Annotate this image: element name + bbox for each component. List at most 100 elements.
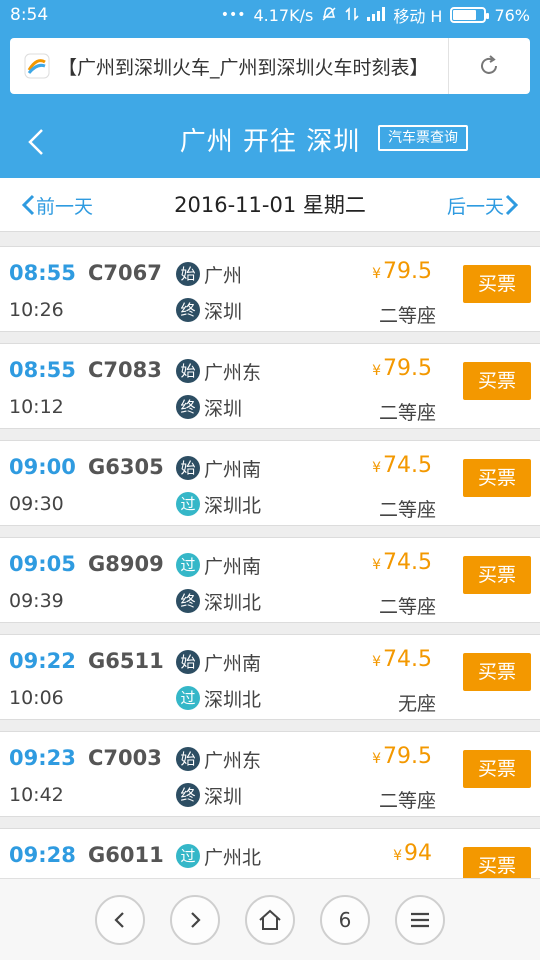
buy-ticket-button[interactable]: 买票 [463, 847, 531, 878]
status-time: 8:54 [10, 5, 49, 25]
pass-badge: 过 [176, 844, 200, 868]
from-station-name: 广州南 [204, 652, 262, 675]
train-row[interactable]: 08:55 10:26 C7067 始广州 终深圳 ¥79.5 二等座 买票 [0, 246, 540, 332]
currency-symbol: ¥ [372, 654, 382, 670]
from-station: 始广州东 [176, 358, 261, 384]
page-header: 广州 开往 深圳 汽车票查询 [0, 106, 540, 178]
to-station: 过深圳北 [176, 491, 261, 517]
to-station: 终深圳 [176, 782, 242, 808]
menu-icon[interactable] [395, 895, 445, 945]
reload-icon[interactable] [449, 38, 529, 94]
from-station: 始广州东 [176, 746, 261, 772]
end-badge: 终 [176, 783, 200, 807]
currency-symbol: ¥ [372, 751, 382, 767]
from-station-name: 广州东 [204, 361, 262, 384]
chevron-right-icon[interactable] [170, 895, 220, 945]
price: ¥94 [393, 841, 432, 866]
train-number: C7083 [88, 358, 162, 382]
to-station-name: 深圳 [204, 397, 243, 420]
price: ¥79.5 [372, 259, 432, 284]
tabs-count-button[interactable]: 6 [320, 895, 370, 945]
buy-ticket-button[interactable]: 买票 [463, 459, 531, 497]
arrival-time: 10:26 [9, 299, 64, 321]
train-number: C7003 [88, 746, 162, 770]
train-row[interactable]: 09:22 10:06 G6511 始广州南 过深圳北 ¥74.5 无座 买票 [0, 634, 540, 720]
pass-badge: 过 [176, 492, 200, 516]
battery-percent: 76% [494, 5, 530, 25]
price-value: 79.5 [383, 356, 432, 381]
currency-symbol: ¥ [393, 848, 402, 864]
start-badge: 始 [176, 456, 200, 480]
battery-level [453, 10, 477, 20]
price: ¥74.5 [372, 647, 432, 672]
buy-ticket-button[interactable]: 买票 [463, 556, 531, 594]
train-number: G6011 [88, 843, 164, 867]
end-badge: 终 [176, 589, 200, 613]
train-row[interactable]: 09:05 09:39 G8909 过广州南 终深圳北 ¥74.5 二等座 买票 [0, 537, 540, 623]
start-badge: 始 [176, 359, 200, 383]
arrival-time: 10:42 [9, 784, 64, 806]
from-station-name: 广州南 [204, 555, 262, 578]
from-station: 始广州南 [176, 649, 261, 675]
seat-type: 二等座 [378, 790, 436, 812]
browser-bottom-bar: 6 [0, 878, 540, 960]
status-bar: 8:54 ••• 4.17K/s 移动 H 76% [0, 0, 540, 30]
browser-toolbar: 【广州到深圳火车_广州到深圳火车时刻表】 [0, 30, 540, 106]
bus-ticket-link[interactable]: 汽车票查询 [378, 125, 468, 151]
to-station-name: 深圳北 [204, 494, 262, 517]
seat-type: 二等座 [378, 402, 436, 424]
currency-symbol: ¥ [372, 363, 382, 379]
train-row[interactable]: 09:00 09:30 G6305 始广州南 过深圳北 ¥74.5 二等座 买票 [0, 440, 540, 526]
to-station: 终深圳 [176, 394, 242, 420]
pass-badge: 过 [176, 686, 200, 710]
price: ¥74.5 [372, 453, 432, 478]
from-station: 始广州南 [176, 455, 261, 481]
train-number: C7067 [88, 261, 162, 285]
train-list[interactable]: 08:55 10:26 C7067 始广州 终深圳 ¥79.5 二等座 买票 0… [0, 232, 540, 878]
seat-type: 二等座 [378, 596, 436, 618]
price: ¥79.5 [372, 744, 432, 769]
chevron-left-icon[interactable] [95, 895, 145, 945]
address-bar[interactable]: 【广州到深圳火车_广州到深圳火车时刻表】 [10, 38, 530, 94]
departure-time: 09:05 [9, 552, 76, 576]
url-text[interactable]: 【广州到深圳火车_广州到深圳火车时刻表】 [58, 53, 442, 80]
price-value: 94 [404, 841, 432, 866]
train-row[interactable]: 09:23 10:42 C7003 始广州东 终深圳 ¥79.5 二等座 买票 [0, 731, 540, 817]
start-badge: 始 [176, 650, 200, 674]
start-badge: 始 [176, 747, 200, 771]
from-station: 过广州北 [176, 843, 261, 869]
to-station: 过深圳北 [176, 685, 261, 711]
departure-time: 08:55 [9, 261, 76, 285]
train-row[interactable]: 09:28 G6011 过广州北 ¥94 买票 [0, 828, 540, 878]
mute-icon [321, 6, 337, 25]
buy-ticket-button[interactable]: 买票 [463, 653, 531, 691]
price-value: 79.5 [383, 259, 432, 284]
buy-ticket-button[interactable]: 买票 [463, 750, 531, 788]
buy-ticket-button[interactable]: 买票 [463, 362, 531, 400]
to-station: 终深圳 [176, 297, 242, 323]
start-badge: 始 [176, 262, 200, 286]
departure-time: 09:22 [9, 649, 76, 673]
home-icon[interactable] [245, 895, 295, 945]
buy-ticket-button[interactable]: 买票 [463, 265, 531, 303]
end-badge: 终 [176, 395, 200, 419]
train-row[interactable]: 08:55 10:12 C7083 始广州东 终深圳 ¥79.5 二等座 买票 [0, 343, 540, 429]
status-right: ••• 4.17K/s 移动 H 76% [221, 3, 530, 27]
currency-symbol: ¥ [372, 266, 382, 282]
arrival-time: 10:06 [9, 687, 64, 709]
signal-icon [367, 6, 386, 24]
date-bar: 前一天 2016-11-01 星期二 后一天 [0, 178, 540, 232]
next-day-button[interactable]: 后一天 [447, 178, 520, 232]
price-value: 74.5 [383, 550, 432, 575]
pass-badge: 过 [176, 553, 200, 577]
from-station-name: 广州南 [204, 458, 262, 481]
end-badge: 终 [176, 298, 200, 322]
price-value: 74.5 [383, 453, 432, 478]
currency-symbol: ¥ [372, 557, 382, 573]
carrier-label: 移动 H [393, 7, 443, 26]
more-dots-icon: ••• [220, 7, 246, 23]
arrival-time: 09:30 [9, 493, 64, 515]
currency-symbol: ¥ [372, 460, 382, 476]
seat-type: 二等座 [378, 499, 436, 521]
seat-type: 二等座 [378, 305, 436, 327]
